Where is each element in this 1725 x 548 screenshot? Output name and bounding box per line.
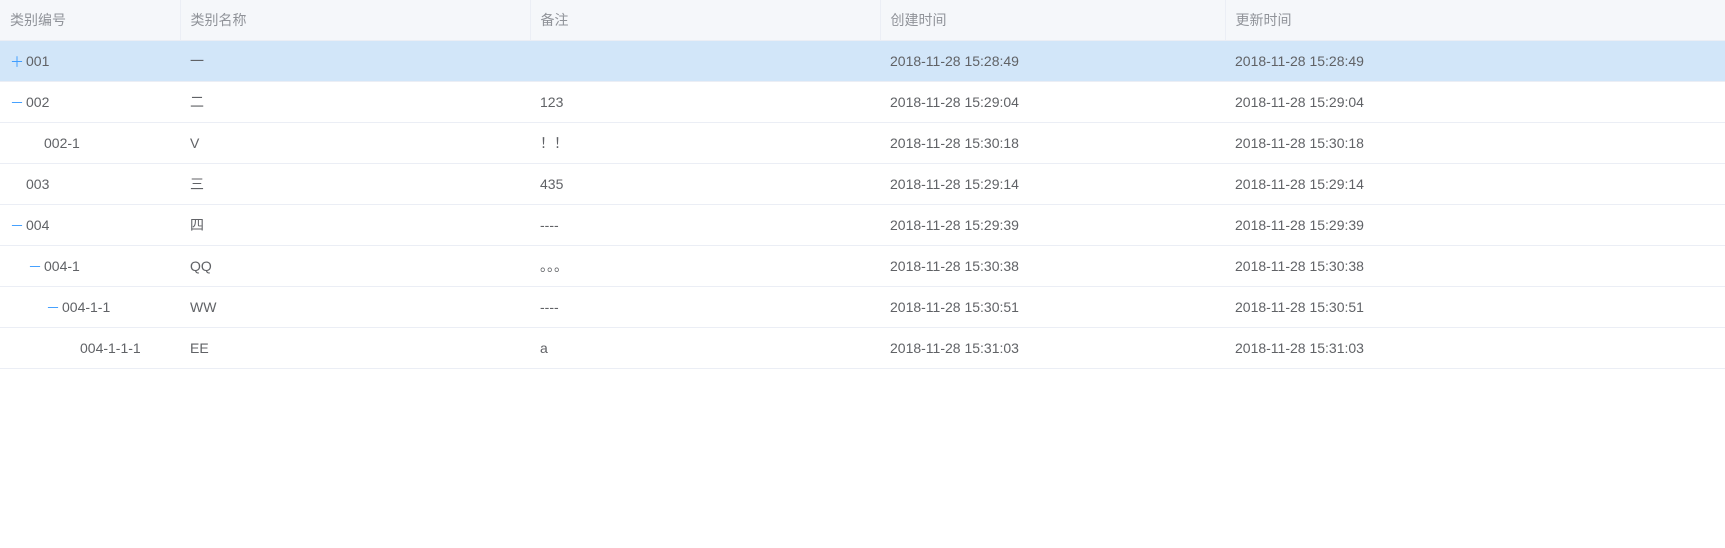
column-header-created[interactable]: 创建时间 — [880, 0, 1225, 41]
cell-name: WW — [180, 287, 530, 328]
cell-name: V — [180, 123, 530, 164]
cell-code: － 004-1 — [0, 246, 180, 287]
expand-icon[interactable]: ＋ — [10, 55, 22, 69]
cell-code: 004-1-1-1 — [0, 328, 180, 369]
table-row[interactable]: ＋ 001 一 2018-11-28 15:28:492018-11-28 15:28… — [0, 41, 1725, 82]
cell-code: 002-1 — [0, 123, 180, 164]
cell-code: ＋ 001 — [0, 41, 180, 82]
cell-updated: 2018-11-28 15:29:14 — [1225, 164, 1725, 205]
cell-name: 一 — [180, 41, 530, 82]
cell-updated: 2018-11-28 15:30:51 — [1225, 287, 1725, 328]
table-row[interactable]: 004-1-1-1EEa2018-11-28 15:31:032018-11-2… — [0, 328, 1725, 369]
table-row[interactable]: 003三4352018-11-28 15:29:142018-11-28 15:… — [0, 164, 1725, 205]
cell-name: 三 — [180, 164, 530, 205]
cell-created: 2018-11-28 15:29:14 — [880, 164, 1225, 205]
cell-remark — [530, 41, 880, 82]
cell-code: － 002 — [0, 82, 180, 123]
column-header-code[interactable]: 类别编号 — [0, 0, 180, 41]
category-tree-table: 类别编号 类别名称 备注 创建时间 更新时间 ＋ 001 一 2018-11-28 1… — [0, 0, 1725, 369]
table-row[interactable]: －004四----2018-11-28 15:29:392018-11-28 1… — [0, 205, 1725, 246]
table-row[interactable]: －004-1QQ。。。2018-11-28 15:30:382018-11-28… — [0, 246, 1725, 287]
cell-remark: ---- — [530, 287, 880, 328]
cell-created: 2018-11-28 15:30:51 — [880, 287, 1225, 328]
collapse-icon[interactable]: － — [10, 219, 22, 233]
cell-remark: 。。。 — [530, 246, 880, 287]
collapse-icon[interactable]: － — [10, 96, 22, 110]
cell-name: 二 — [180, 82, 530, 123]
cell-updated: 2018-11-28 15:29:04 — [1225, 82, 1725, 123]
column-header-updated[interactable]: 更新时间 — [1225, 0, 1725, 41]
column-header-name[interactable]: 类别名称 — [180, 0, 530, 41]
code-text: 004-1 — [44, 258, 80, 274]
cell-updated: 2018-11-28 15:28:49 — [1225, 41, 1725, 82]
cell-created: 2018-11-28 15:28:49 — [880, 41, 1225, 82]
cell-created: 2018-11-28 15:30:18 — [880, 123, 1225, 164]
cell-code: － 004 — [0, 205, 180, 246]
code-text: 002-1 — [44, 135, 80, 151]
cell-created: 2018-11-28 15:29:04 — [880, 82, 1225, 123]
cell-code: － 004-1-1 — [0, 287, 180, 328]
cell-code: 003 — [0, 164, 180, 205]
cell-updated: 2018-11-28 15:30:18 — [1225, 123, 1725, 164]
table-row[interactable]: －004-1-1WW----2018-11-28 15:30:512018-11… — [0, 287, 1725, 328]
code-text: 001 — [26, 53, 49, 69]
collapse-icon[interactable]: － — [28, 260, 40, 274]
cell-remark: 123 — [530, 82, 880, 123]
cell-name: EE — [180, 328, 530, 369]
cell-created: 2018-11-28 15:29:39 — [880, 205, 1225, 246]
cell-name: QQ — [180, 246, 530, 287]
cell-remark: ---- — [530, 205, 880, 246]
table-header: 类别编号 类别名称 备注 创建时间 更新时间 — [0, 0, 1725, 41]
cell-created: 2018-11-28 15:30:38 — [880, 246, 1225, 287]
code-text: 002 — [26, 94, 49, 110]
code-text: 004-1-1-1 — [80, 340, 141, 356]
cell-remark: a — [530, 328, 880, 369]
table-body: ＋ 001 一 2018-11-28 15:28:492018-11-28 15:28… — [0, 41, 1725, 369]
cell-remark: ！！ — [530, 123, 880, 164]
code-text: 004 — [26, 217, 49, 233]
column-header-remark[interactable]: 备注 — [530, 0, 880, 41]
table-row[interactable]: －002二1232018-11-28 15:29:042018-11-28 15… — [0, 82, 1725, 123]
collapse-icon[interactable]: － — [46, 301, 58, 315]
table-row[interactable]: 002-1V！！2018-11-28 15:30:182018-11-28 15… — [0, 123, 1725, 164]
cell-created: 2018-11-28 15:31:03 — [880, 328, 1225, 369]
cell-remark: 435 — [530, 164, 880, 205]
cell-updated: 2018-11-28 15:31:03 — [1225, 328, 1725, 369]
cell-name: 四 — [180, 205, 530, 246]
cell-updated: 2018-11-28 15:30:38 — [1225, 246, 1725, 287]
cell-updated: 2018-11-28 15:29:39 — [1225, 205, 1725, 246]
code-text: 004-1-1 — [62, 299, 110, 315]
code-text: 003 — [26, 176, 49, 192]
